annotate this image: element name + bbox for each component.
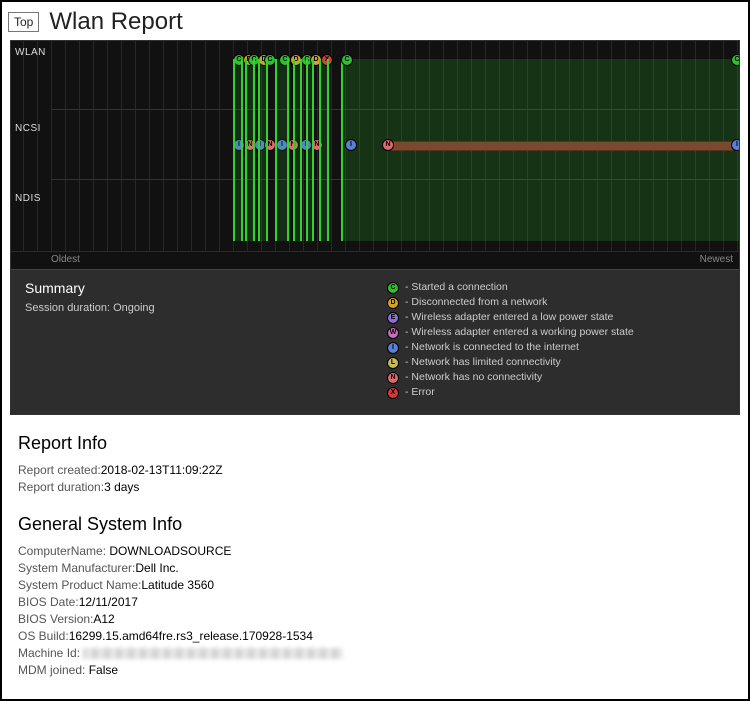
kv-line: Machine Id: (18, 645, 732, 662)
legend-item-I: I - Network is connected to the internet (387, 340, 725, 355)
row-label-ncsi: NCSI (15, 123, 41, 134)
axis-oldest-label: Oldest (51, 254, 80, 265)
legend-label: - Wireless adapter entered a low power s… (405, 310, 613, 325)
kv-value: 12/11/2017 (79, 595, 138, 609)
timeline-tracks: WLAN NCSI NDIS CDCDCCDCDXCC INININININI (11, 41, 739, 251)
chart-info-strip: Summary Session duration: Ongoing C - St… (11, 269, 739, 414)
session-duration-value: Ongoing (113, 302, 155, 314)
redacted-value (83, 648, 343, 659)
page-header: Top Wlan Report (2, 2, 748, 40)
legend-label: - Error (405, 385, 435, 400)
session-stripe (258, 59, 268, 241)
legend-dot-I: I (387, 342, 399, 354)
legend-label: - Disconnected from a network (405, 295, 547, 310)
kv-key: ComputerName: (18, 544, 106, 558)
kv-key: Report duration: (18, 480, 104, 494)
summary-session-duration: Session duration: Ongoing (25, 302, 347, 314)
legend-dot-X: X (387, 387, 399, 399)
kv-value: 16299.15.amd64fre.rs3_release.170928-153… (69, 629, 313, 643)
kv-line: BIOS Date:12/11/2017 (18, 594, 732, 611)
legend-dot-W: W (387, 327, 399, 339)
kv-value: DOWNLOADSOURCE (106, 544, 231, 558)
kv-key: BIOS Version: (18, 612, 93, 626)
session-stripe (233, 59, 243, 241)
kv-value: False (85, 663, 118, 677)
event-dot-N[interactable]: N (382, 139, 394, 151)
kv-key: OS Build: (18, 629, 69, 643)
kv-line: OS Build:16299.15.amd64fre.rs3_release.1… (18, 628, 732, 645)
legend-dot-D: D (387, 297, 399, 309)
legend-dot-L: L (387, 357, 399, 369)
legend-label: - Network is connected to the internet (405, 340, 579, 355)
timeline-chart: WLAN NCSI NDIS CDCDCCDCDXCC INININININI … (10, 40, 740, 415)
system-info-heading: General System Info (18, 514, 732, 535)
kv-key: MDM joined: (18, 663, 85, 677)
legend-item-W: W - Wireless adapter entered a working p… (387, 325, 725, 340)
kv-line: ComputerName: DOWNLOADSOURCE (18, 543, 732, 560)
axis-newest-label: Newest (700, 254, 733, 265)
kv-key: Machine Id: (18, 646, 80, 660)
kv-value: 2018-02-13T11:09:22Z (101, 463, 223, 477)
legend-item-N: N - Network has no connectivity (387, 370, 725, 385)
session-stripe (319, 59, 329, 241)
kv-line: System Product Name:Latitude 3560 (18, 577, 732, 594)
legend-dot-E: E (387, 312, 399, 324)
kv-key: System Manufacturer: (18, 561, 135, 575)
event-dot-C[interactable]: C (341, 54, 353, 66)
wlan-event-row: CDCDCCDCDXCC (11, 54, 739, 66)
session-stripe (306, 59, 314, 241)
kv-line: BIOS Version:A12 (18, 611, 732, 628)
summary-title: Summary (25, 280, 347, 296)
legend-dot-C: C (387, 282, 399, 294)
legend-item-X: X - Error (387, 385, 725, 400)
page-title: Wlan Report (49, 8, 182, 36)
legend-item-E: E - Wireless adapter entered a low power… (387, 310, 725, 325)
session-stripe (245, 59, 255, 241)
legend-item-L: L - Network has limited connectivity (387, 355, 725, 370)
kv-key: BIOS Date: (18, 595, 79, 609)
ncsi-event-row: INININININI (11, 139, 739, 151)
report-info-section: Report Info Report created:2018-02-13T11… (2, 415, 748, 496)
wlan-report-page: Top Wlan Report WLAN NCSI NDIS CDCDCCDCD… (0, 0, 750, 701)
legend-label: - Network has limited connectivity (405, 355, 561, 370)
kv-value: 3 days (104, 480, 139, 494)
session-stripe (275, 59, 289, 241)
kv-value: Dell Inc. (135, 561, 178, 575)
legend: C - Started a connectionD - Disconnected… (387, 280, 725, 400)
timeline-axis: Oldest Newest (11, 251, 739, 269)
legend-label: - Network has no connectivity (405, 370, 542, 385)
summary-panel: Summary Session duration: Ongoing (25, 280, 347, 400)
session-duration-label: Session duration: (25, 302, 110, 314)
system-info-section: General System Info ComputerName: DOWNLO… (2, 496, 748, 679)
kv-line: Report duration:3 days (18, 479, 732, 496)
legend-item-C: C - Started a connection (387, 280, 725, 295)
kv-key: Report created: (18, 463, 101, 477)
legend-label: - Wireless adapter entered a working pow… (405, 325, 634, 340)
kv-key: System Product Name: (18, 578, 141, 592)
event-dot-I[interactable]: I (731, 139, 739, 151)
kv-line: System Manufacturer:Dell Inc. (18, 560, 732, 577)
event-dot-C[interactable]: C (731, 54, 739, 66)
system-info-list: ComputerName: DOWNLOADSOURCESystem Manuf… (18, 543, 732, 679)
kv-line: Report created:2018-02-13T11:09:22Z (18, 462, 732, 479)
top-link[interactable]: Top (8, 12, 39, 32)
session-stripe (293, 59, 302, 241)
legend-item-D: D - Disconnected from a network (387, 295, 725, 310)
kv-value: Latitude 3560 (141, 578, 214, 592)
report-info-heading: Report Info (18, 433, 732, 454)
legend-label: - Started a connection (405, 280, 508, 295)
row-label-ndis: NDIS (15, 193, 41, 204)
legend-dot-N: N (387, 372, 399, 384)
kv-value: A12 (93, 612, 114, 626)
report-info-list: Report created:2018-02-13T11:09:22ZRepor… (18, 462, 732, 496)
kv-line: MDM joined: False (18, 662, 732, 679)
event-dot-I[interactable]: I (345, 139, 357, 151)
